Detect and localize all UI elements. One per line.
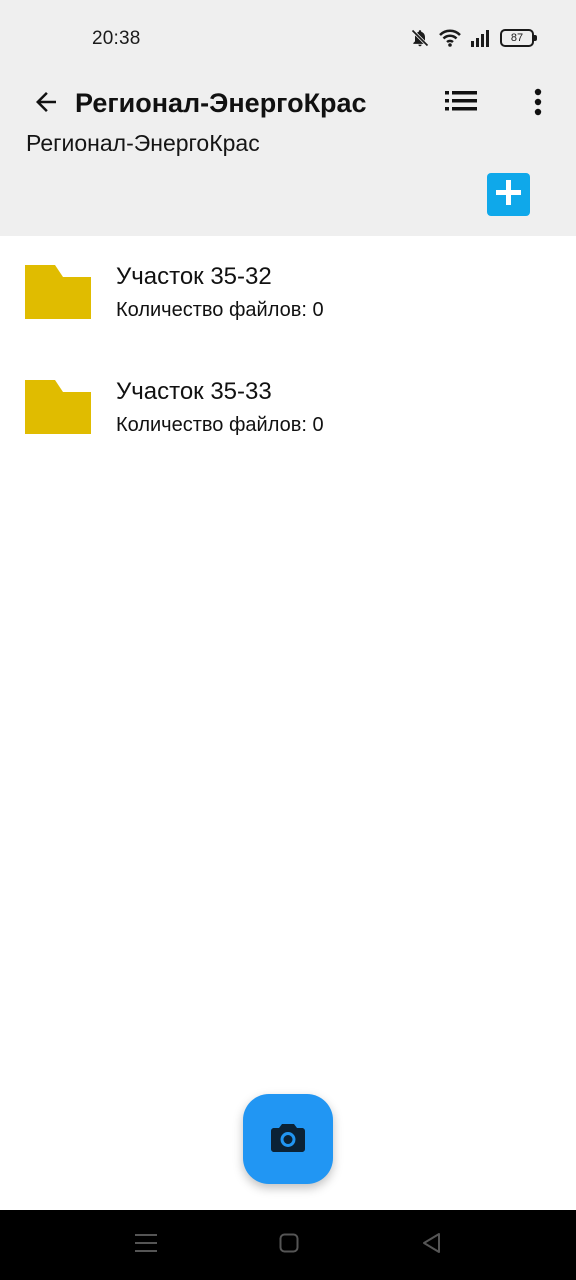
home-icon [279, 1233, 299, 1258]
folder-file-count: Количество файлов: 0 [116, 299, 324, 321]
back-icon [421, 1232, 441, 1259]
add-folder-button[interactable] [487, 173, 530, 216]
status-bar: 20:38 87 [0, 0, 576, 78]
list-view-icon [445, 90, 477, 117]
recents-icon [135, 1233, 157, 1258]
home-button[interactable] [274, 1230, 304, 1260]
battery-icon: 87 [500, 29, 537, 47]
folder-file-count: Количество файлов: 0 [116, 414, 324, 436]
signal-icon [470, 29, 492, 47]
navigation-bar [0, 1210, 576, 1280]
arrow-back-icon [31, 87, 61, 122]
more-options-button[interactable] [518, 84, 558, 124]
folder-list: Участок 35-32 Количество файлов: 0 Участ… [0, 236, 576, 466]
list-view-button[interactable] [442, 86, 480, 120]
page-title: Регионал-ЭнергоКрас [75, 88, 367, 118]
bell-off-icon [410, 28, 430, 48]
camera-icon [271, 1122, 305, 1157]
folder-icon [25, 380, 91, 434]
header: 20:38 87 Регионал-ЭнергоКрас Регионал-Эн… [0, 0, 576, 236]
wifi-icon [438, 28, 462, 48]
more-vert-icon [533, 87, 543, 122]
folder-name: Участок 35-32 [116, 263, 272, 290]
status-icons: 87 [410, 26, 537, 50]
back-button[interactable] [26, 84, 66, 124]
add-icon [495, 179, 522, 211]
camera-button[interactable] [243, 1094, 333, 1184]
back-nav-button[interactable] [416, 1230, 446, 1260]
recents-button[interactable] [131, 1230, 161, 1260]
folder-name: Участок 35-33 [116, 378, 272, 405]
list-item[interactable]: Участок 35-33 Количество файлов: 0 [0, 351, 576, 466]
list-item[interactable]: Участок 35-32 Количество файлов: 0 [0, 236, 576, 351]
folder-icon [25, 265, 91, 319]
status-time: 20:38 [92, 28, 141, 49]
page-subtitle: Регионал-ЭнергоКрас [26, 130, 260, 156]
